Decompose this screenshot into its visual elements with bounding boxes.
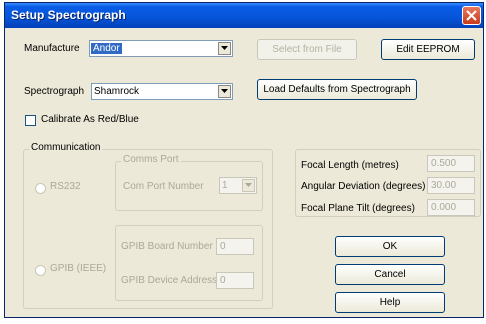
gpib-board-number-value: 0 xyxy=(220,241,226,252)
gpib-label: GPIB (IEEE) xyxy=(50,263,107,274)
gpib-radio[interactable] xyxy=(35,265,46,276)
focal-plane-tilt-label: Focal Plane Tilt (degrees) xyxy=(301,203,415,214)
focal-plane-tilt-input[interactable]: 0.000 xyxy=(427,199,475,216)
comms-port-group-label: Comms Port xyxy=(121,154,181,165)
focal-length-value: 0.500 xyxy=(431,158,457,169)
calibrate-label: Calibrate As Red/Blue xyxy=(41,114,139,125)
focal-length-input[interactable]: 0.500 xyxy=(427,155,475,172)
cancel-button[interactable]: Cancel xyxy=(335,264,445,285)
manufacturer-label: Manufacture xyxy=(24,43,80,54)
manufacturer-dropdown[interactable]: Andor xyxy=(89,40,233,57)
manufacturer-dropdown-arrow[interactable] xyxy=(218,42,231,55)
com-port-dropdown[interactable]: 1 xyxy=(219,177,257,194)
com-port-dropdown-arrow[interactable] xyxy=(242,179,255,192)
manufacturer-value: Andor xyxy=(91,43,122,54)
title-bar[interactable]: Setup Spectrograph xyxy=(5,3,483,28)
load-defaults-button[interactable]: Load Defaults from Spectrograph xyxy=(257,79,417,100)
ok-button[interactable]: OK xyxy=(335,236,445,257)
gpib-device-address-input[interactable]: 0 xyxy=(216,272,254,289)
dialog-title: Setup Spectrograph xyxy=(11,8,126,22)
angular-deviation-input[interactable]: 30.00 xyxy=(427,177,475,194)
calibrate-checkbox[interactable] xyxy=(25,115,36,126)
spectrograph-label: Spectrograph xyxy=(24,86,85,97)
rs232-label: RS232 xyxy=(50,181,81,192)
gpib-board-number-input[interactable]: 0 xyxy=(216,238,254,255)
focal-plane-tilt-value: 0.000 xyxy=(431,202,457,213)
chevron-down-icon xyxy=(221,46,228,50)
spectrograph-dropdown-arrow[interactable] xyxy=(218,85,231,98)
rs232-radio[interactable] xyxy=(35,183,46,194)
angular-deviation-label: Angular Deviation (degrees) xyxy=(301,181,426,192)
communication-group-label: Communication xyxy=(29,142,103,153)
com-port-value: 1 xyxy=(222,180,228,191)
spectrograph-dropdown[interactable]: Shamrock xyxy=(91,83,233,100)
gpib-device-address-label: GPIB Device Address xyxy=(121,275,218,286)
gpib-group xyxy=(115,225,263,301)
setup-spectrograph-dialog: Setup Spectrograph Manufacture Andor Sel… xyxy=(4,2,484,318)
close-button[interactable] xyxy=(462,6,481,25)
close-icon xyxy=(466,10,477,21)
chevron-down-icon xyxy=(245,183,252,187)
spectrograph-value: Shamrock xyxy=(94,86,140,97)
help-button[interactable]: Help xyxy=(335,292,445,313)
com-port-label: Com Port Number xyxy=(123,181,204,192)
focal-length-label: Focal Length (metres) xyxy=(301,160,399,171)
chevron-down-icon xyxy=(221,89,228,93)
gpib-board-number-label: GPIB Board Number xyxy=(121,241,213,252)
select-from-file-button[interactable]: Select from File xyxy=(257,39,357,60)
angular-deviation-value: 30.00 xyxy=(431,180,457,191)
gpib-device-address-value: 0 xyxy=(220,275,226,286)
edit-eeprom-button[interactable]: Edit EEPROM xyxy=(381,39,475,60)
